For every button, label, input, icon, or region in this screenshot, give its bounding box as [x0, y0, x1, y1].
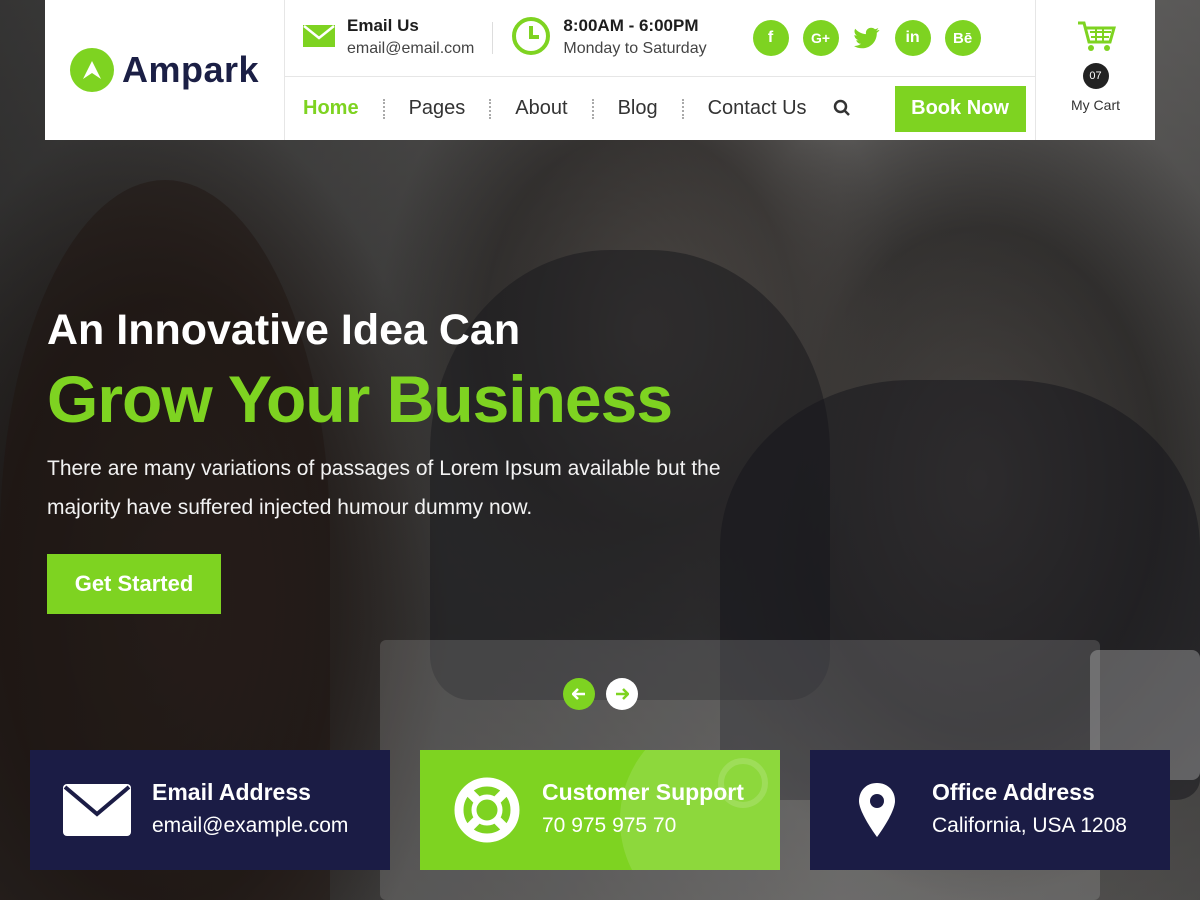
book-now-button[interactable]: Book Now	[894, 85, 1026, 132]
main-nav: Home Pages About Blog Contact Us Book No…	[285, 77, 1035, 140]
cart[interactable]: 07 My Cart	[1035, 0, 1155, 140]
hours-info-value: Monday to Saturday	[563, 40, 707, 57]
facebook-icon[interactable]: f	[752, 20, 789, 56]
card-title: Email Address	[152, 779, 311, 805]
hero-subheading: An Innovative Idea Can	[47, 306, 521, 354]
nav-separator	[382, 98, 385, 119]
hero-content: An Innovative Idea Can Grow Your Busines…	[47, 303, 807, 614]
lifebuoy-icon	[442, 777, 532, 843]
cart-count-badge: 07	[1082, 63, 1109, 89]
header-center: Email Us email@email.com 8:00AM - 6:00PM…	[285, 0, 1035, 140]
logo[interactable]: Ampark	[45, 0, 285, 140]
office-address-card: Office Address California, USA 1208	[810, 750, 1170, 870]
hero-heading: Grow Your Business	[47, 362, 673, 436]
card-value: California, USA 1208	[932, 814, 1127, 837]
topbar: Email Us email@email.com 8:00AM - 6:00PM…	[285, 0, 1035, 77]
clock-icon	[511, 16, 551, 61]
hero-description: There are many variations of passages of…	[47, 457, 721, 519]
envelope-icon	[52, 784, 142, 836]
email-address-card: Email Address email@example.com	[30, 750, 390, 870]
card-value[interactable]: email@example.com	[152, 808, 348, 844]
divider	[492, 22, 494, 54]
customer-support-card: Customer Support 70 975 975 70	[420, 750, 780, 870]
linkedin-icon[interactable]: in	[894, 20, 931, 56]
logo-text: Ampark	[122, 49, 260, 90]
email-info: Email Us email@email.com	[303, 15, 474, 61]
slider-controls	[563, 678, 649, 710]
arrow-right-icon[interactable]	[606, 678, 638, 710]
nav-item-about[interactable]: About	[515, 97, 567, 120]
cart-icon	[1076, 20, 1116, 57]
envelope-icon	[303, 24, 335, 52]
hours-info-title: 8:00AM - 6:00PM	[563, 16, 699, 35]
lifebuoy-watermark-icon	[718, 758, 768, 808]
hours-info: 8:00AM - 6:00PM Monday to Saturday	[511, 15, 707, 61]
nav-item-blog[interactable]: Blog	[618, 97, 658, 120]
arrow-left-icon[interactable]	[563, 678, 595, 710]
nav-separator	[489, 98, 492, 119]
twitter-icon[interactable]	[853, 20, 881, 56]
logo-mark-icon	[70, 48, 114, 92]
nav-item-contact[interactable]: Contact Us	[708, 97, 807, 120]
nav-separator	[591, 98, 594, 119]
nav-separator	[681, 98, 684, 119]
email-info-title: Email Us	[347, 16, 419, 35]
social-links: f G+ in Bē	[752, 20, 995, 56]
nav-item-pages[interactable]: Pages	[409, 97, 466, 120]
cart-label: My Cart	[1071, 97, 1120, 113]
search-icon[interactable]	[833, 99, 851, 122]
google-plus-icon[interactable]: G+	[802, 20, 839, 56]
email-info-value[interactable]: email@email.com	[347, 37, 474, 61]
nav-item-home[interactable]: Home	[303, 97, 359, 120]
behance-icon[interactable]: Bē	[944, 20, 981, 56]
map-pin-icon	[832, 781, 922, 839]
get-started-button[interactable]: Get Started	[47, 554, 221, 614]
site-header: Ampark Email Us email@email.com 8:00AM -…	[45, 0, 1155, 140]
card-title: Office Address	[932, 779, 1095, 805]
